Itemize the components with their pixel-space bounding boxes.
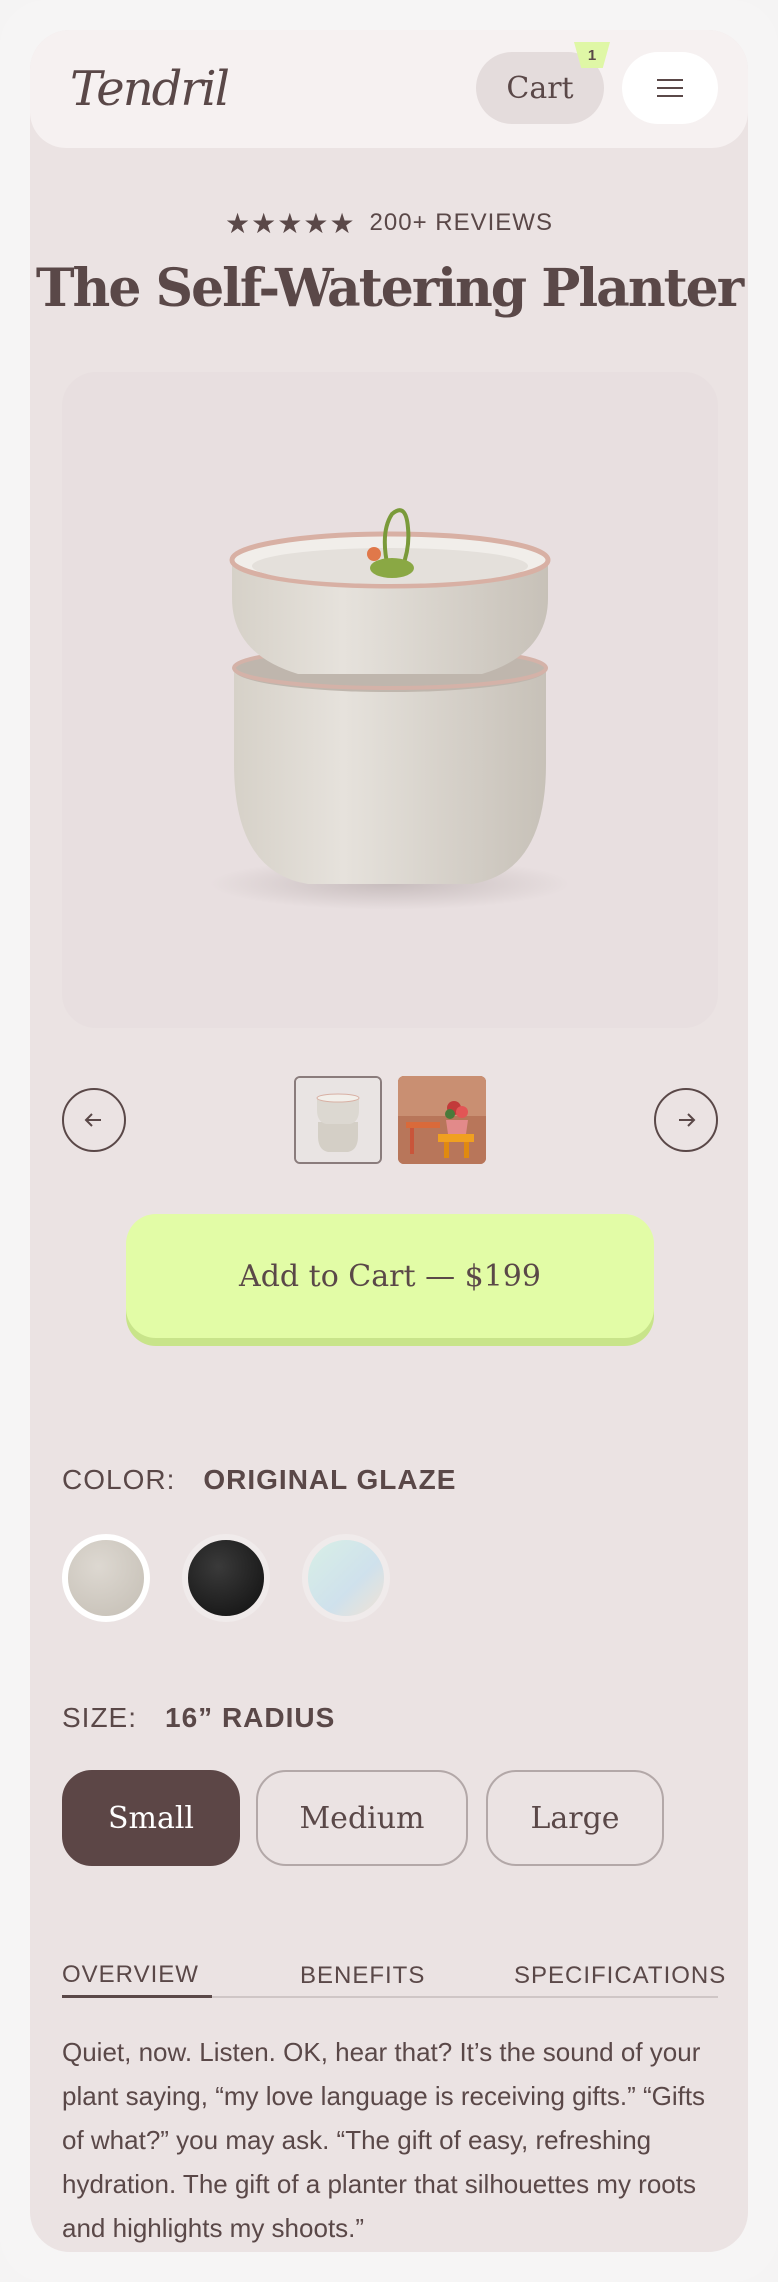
tab-overview[interactable]: OVERVIEW xyxy=(62,1954,212,1998)
product-title: The Self-Watering Planter xyxy=(35,258,744,319)
site-header: Tendril Cart 1 xyxy=(30,30,748,148)
size-small-button[interactable]: Small xyxy=(62,1770,240,1866)
planter-illustration xyxy=(210,508,570,910)
carousel-next-button[interactable] xyxy=(654,1088,718,1152)
thumbnail-lifestyle[interactable] xyxy=(398,1076,486,1164)
star-rating-icon: ★★★★★ xyxy=(225,207,356,239)
product-tabs: OVERVIEW BENEFITS SPECIFICATIONS xyxy=(62,1954,725,1998)
arrow-left-icon xyxy=(84,1113,101,1127)
page-screen: Tendril Cart 1 ★★★★★ 200+ REVIEWS The Se… xyxy=(30,30,748,2252)
carousel-prev-button[interactable] xyxy=(62,1088,126,1152)
swatch-black[interactable] xyxy=(182,1534,270,1622)
logo[interactable]: Tendril xyxy=(70,54,230,124)
add-to-cart-button[interactable]: Add to Cart — $199 xyxy=(126,1214,654,1338)
size-label: SIZE: xyxy=(62,1702,138,1733)
product-image xyxy=(62,372,718,1028)
hamburger-icon xyxy=(657,79,683,97)
tab-benefits[interactable]: BENEFITS xyxy=(300,1954,425,1998)
color-option-label: COLOR: ORIGINAL GLAZE xyxy=(62,1464,456,1496)
device-frame: Tendril Cart 1 ★★★★★ 200+ REVIEWS The Se… xyxy=(0,0,778,2282)
thumbnail-planter[interactable] xyxy=(294,1076,382,1164)
color-label: COLOR: xyxy=(62,1464,176,1495)
size-value: 16” RADIUS xyxy=(165,1702,336,1733)
color-value: ORIGINAL GLAZE xyxy=(203,1464,457,1495)
thumbnail-planter-image xyxy=(296,1078,380,1162)
swatch-iridescent[interactable] xyxy=(302,1534,390,1622)
size-medium-button[interactable]: Medium xyxy=(256,1770,468,1866)
reviews-summary[interactable]: ★★★★★ 200+ REVIEWS xyxy=(30,206,748,240)
tab-specifications[interactable]: SPECIFICATIONS xyxy=(514,1954,726,1998)
reviews-count: 200+ REVIEWS xyxy=(369,209,553,236)
size-option-label: SIZE: 16” RADIUS xyxy=(62,1702,335,1734)
swatch-original-glaze[interactable] xyxy=(62,1534,150,1622)
cart-label: Cart xyxy=(506,70,574,106)
product-description: Quiet, now. Listen. OK, hear that? It’s … xyxy=(62,2037,706,2243)
menu-button[interactable] xyxy=(622,52,718,124)
size-large-button[interactable]: Large xyxy=(486,1770,664,1866)
thumbnail-lifestyle-image xyxy=(398,1076,486,1164)
arrow-right-icon xyxy=(679,1113,696,1127)
